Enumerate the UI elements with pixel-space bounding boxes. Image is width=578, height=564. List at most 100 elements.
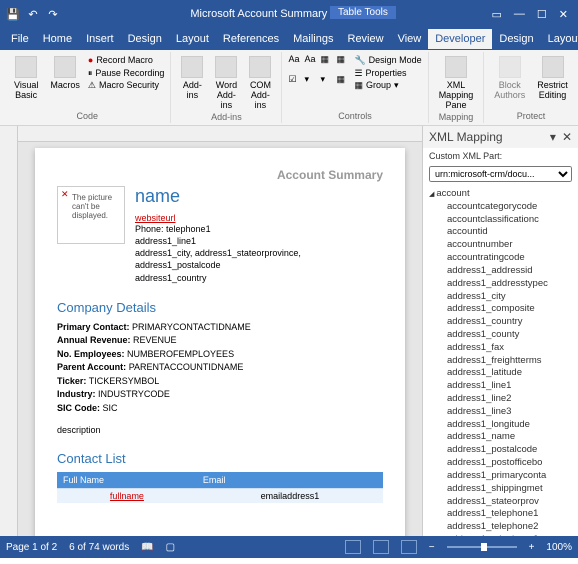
xml-tree[interactable]: account accountcategorycodeaccountclassi…: [423, 186, 578, 536]
properties-button[interactable]: ☰Properties: [354, 67, 421, 80]
fullname-field[interactable]: fullname: [110, 491, 144, 501]
xml-node[interactable]: address1_stateorprov: [435, 496, 578, 509]
addr-line1[interactable]: address1_line1: [135, 235, 383, 247]
xml-node[interactable]: address1_line1: [435, 380, 578, 393]
horizontal-ruler[interactable]: [18, 126, 422, 142]
word-addins-button[interactable]: Word Add-ins: [211, 54, 241, 112]
tab-design[interactable]: Design: [121, 29, 169, 49]
control-plaintext-icon[interactable]: Aa: [304, 54, 318, 72]
control-combobox-icon[interactable]: ▾: [304, 74, 318, 92]
macro-security-button[interactable]: ⚠Macro Security: [88, 79, 165, 92]
employees-field[interactable]: NUMBEROFEMPLOYEES: [127, 349, 234, 359]
restrict-editing-button[interactable]: Restrict Editing: [533, 54, 572, 102]
xml-node[interactable]: address1_primaryconta: [435, 470, 578, 483]
parent-account-field[interactable]: PARENTACCOUNTIDNAME: [129, 362, 244, 372]
tab-view[interactable]: View: [391, 29, 429, 49]
zoom-level[interactable]: 100%: [546, 542, 572, 553]
xml-node[interactable]: address1_country: [435, 316, 578, 329]
tab-references[interactable]: References: [216, 29, 286, 49]
xml-node[interactable]: address1_city: [435, 291, 578, 304]
xml-node[interactable]: address1_fax: [435, 342, 578, 355]
tab-file[interactable]: File: [4, 29, 36, 49]
description-field[interactable]: description: [57, 425, 383, 435]
revenue-field[interactable]: REVENUE: [133, 335, 177, 345]
tab-insert[interactable]: Insert: [79, 29, 121, 49]
close-icon[interactable]: ✕: [559, 8, 568, 21]
xml-node[interactable]: accountid: [435, 226, 578, 239]
zoom-out-icon[interactable]: −: [429, 542, 435, 553]
design-mode-button[interactable]: 🔧Design Mode: [354, 54, 421, 67]
xml-node[interactable]: address1_county: [435, 329, 578, 342]
xml-node[interactable]: accountcategorycode: [435, 201, 578, 214]
tab-table-layout[interactable]: Layout: [541, 29, 578, 49]
xml-node[interactable]: address1_line3: [435, 406, 578, 419]
custom-xml-select[interactable]: urn:microsoft-crm/docu...: [429, 166, 572, 182]
xml-node[interactable]: address1_composite: [435, 303, 578, 316]
block-authors-button[interactable]: Block Authors: [490, 54, 529, 102]
undo-icon[interactable]: ↶: [24, 5, 42, 23]
vertical-ruler[interactable]: [0, 126, 18, 536]
ticker-field[interactable]: TICKERSYMBOL: [89, 376, 160, 386]
ribbon-options-icon[interactable]: ▭: [492, 8, 502, 21]
addr-line2[interactable]: address1_city, address1_stateorprovince,: [135, 247, 383, 259]
addr-country[interactable]: address1_country: [135, 272, 383, 284]
xml-node[interactable]: address1_telephone2: [435, 521, 578, 534]
contact-table[interactable]: Full Name Email fullname emailaddress1: [57, 472, 383, 503]
addins-button[interactable]: Add- ins: [177, 54, 207, 112]
xml-node[interactable]: accountnumber: [435, 239, 578, 252]
pane-dropdown-icon[interactable]: ▾: [550, 130, 556, 144]
xml-node[interactable]: address1_name: [435, 431, 578, 444]
xml-node[interactable]: address1_longitude: [435, 419, 578, 432]
xml-node[interactable]: accountratingcode: [435, 252, 578, 265]
save-icon[interactable]: 💾: [4, 5, 22, 23]
tab-home[interactable]: Home: [36, 29, 79, 49]
sic-field[interactable]: SIC: [103, 403, 118, 413]
record-macro-button[interactable]: ●Record Macro: [88, 54, 165, 67]
xml-node[interactable]: address1_line2: [435, 393, 578, 406]
control-checkbox-icon[interactable]: ☑: [288, 74, 302, 92]
spellcheck-icon[interactable]: 📖: [141, 542, 153, 553]
addr-line3[interactable]: address1_postalcode: [135, 259, 383, 271]
xml-mapping-pane-button[interactable]: XML Mapping Pane: [435, 54, 478, 112]
macros-button[interactable]: Macros: [46, 54, 84, 102]
visual-basic-button[interactable]: Visual Basic: [10, 54, 42, 102]
website-field[interactable]: websiteurl: [135, 213, 383, 223]
xml-node[interactable]: address1_addresstypec: [435, 278, 578, 291]
com-addins-button[interactable]: COM Add-ins: [245, 54, 275, 112]
control-picture-icon[interactable]: ▦: [320, 54, 334, 72]
tab-review[interactable]: Review: [341, 29, 391, 49]
email-field[interactable]: emailaddress1: [261, 491, 320, 501]
tab-table-design[interactable]: Design: [492, 29, 540, 49]
picture-placeholder[interactable]: The picture can't be displayed.: [57, 186, 125, 244]
document-area[interactable]: Account Summary The picture can't be dis…: [18, 126, 422, 536]
xml-node[interactable]: address1_freightterms: [435, 355, 578, 368]
xml-node[interactable]: address1_postalcode: [435, 444, 578, 457]
xml-node[interactable]: address1_latitude: [435, 367, 578, 380]
status-page[interactable]: Page 1 of 2: [6, 542, 57, 553]
view-web-icon[interactable]: [401, 540, 417, 554]
redo-icon[interactable]: ↷: [44, 5, 62, 23]
macro-rec-icon[interactable]: ▢: [166, 542, 175, 553]
pause-recording-button[interactable]: ⏸Pause Recording: [88, 67, 165, 80]
xml-node[interactable]: accountclassificationc: [435, 214, 578, 227]
pane-close-icon[interactable]: ✕: [562, 130, 572, 144]
xml-node[interactable]: address1_telephone3: [435, 534, 578, 536]
primary-contact-field[interactable]: PRIMARYCONTACTIDNAME: [132, 322, 251, 332]
control-date-icon[interactable]: ▦: [336, 74, 350, 92]
page[interactable]: Account Summary The picture can't be dis…: [35, 148, 405, 536]
xml-node[interactable]: address1_addressid: [435, 265, 578, 278]
xml-node[interactable]: address1_telephone1: [435, 508, 578, 521]
tab-layout[interactable]: Layout: [169, 29, 216, 49]
group-button[interactable]: ▦Group▾: [354, 79, 421, 92]
tab-mailings[interactable]: Mailings: [286, 29, 340, 49]
zoom-slider[interactable]: [447, 546, 517, 548]
minimize-icon[interactable]: —: [514, 8, 525, 21]
view-read-icon[interactable]: [345, 540, 361, 554]
control-buildingblock-icon[interactable]: ▦: [336, 54, 350, 72]
control-dropdown-icon[interactable]: ▾: [320, 74, 334, 92]
status-words[interactable]: 6 of 74 words: [69, 542, 129, 553]
view-print-icon[interactable]: [373, 540, 389, 554]
phone-field[interactable]: Phone: telephone1: [135, 223, 383, 235]
table-row[interactable]: fullname emailaddress1: [57, 489, 383, 504]
name-field[interactable]: name: [135, 186, 383, 207]
